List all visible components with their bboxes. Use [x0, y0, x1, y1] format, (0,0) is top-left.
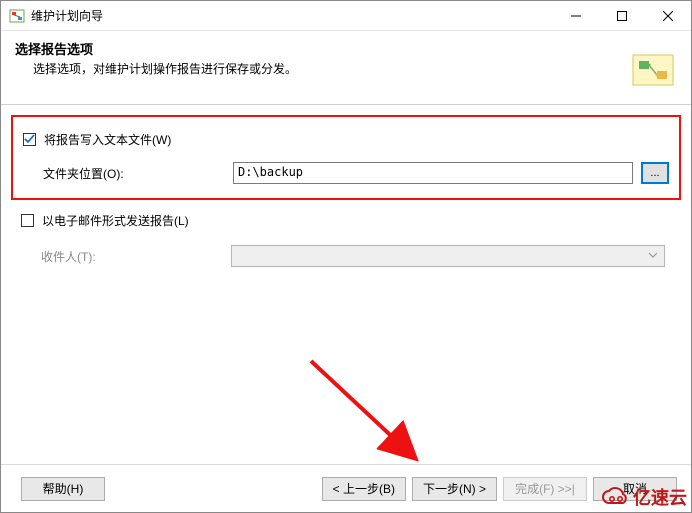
back-button[interactable]: < 上一步(B)	[322, 477, 406, 501]
help-button[interactable]: 帮助(H)	[21, 477, 105, 501]
maximize-icon	[617, 11, 627, 21]
close-button[interactable]	[645, 1, 691, 31]
write-file-label: 将报告写入文本文件(W)	[44, 131, 171, 148]
highlighted-section: 将报告写入文本文件(W) 文件夹位置(O): D:\backup ...	[11, 115, 681, 200]
email-checkbox-label: 以电子邮件形式发送报告(L)	[42, 212, 189, 229]
recipient-row: 收件人(T):	[11, 245, 681, 267]
minimize-button[interactable]	[553, 1, 599, 31]
folder-location-input[interactable]: D:\backup	[233, 162, 633, 184]
email-checkbox[interactable]	[21, 214, 34, 227]
app-icon	[9, 8, 25, 24]
chevron-down-icon	[648, 249, 658, 263]
wizard-icon	[631, 49, 677, 91]
finish-button: 完成(F) >>|	[503, 477, 587, 501]
minimize-icon	[571, 11, 581, 21]
folder-location-label: 文件夹位置(O):	[43, 165, 233, 182]
watermark-icon	[601, 485, 631, 509]
recipient-dropdown	[231, 245, 665, 267]
browse-button[interactable]: ...	[641, 162, 669, 184]
check-icon	[24, 134, 35, 145]
write-file-checkbox[interactable]	[23, 133, 36, 146]
page-subtitle: 选择选项，对维护计划操作报告进行保存或分发。	[33, 60, 677, 77]
titlebar: 维护计划向导	[1, 1, 691, 31]
wizard-header: 选择报告选项 选择选项，对维护计划操作报告进行保存或分发。	[1, 31, 691, 105]
footer: 帮助(H) < 上一步(B) 下一步(N) > 完成(F) >>| 取消	[1, 464, 691, 512]
next-button[interactable]: 下一步(N) >	[412, 477, 497, 501]
email-checkbox-row: 以电子邮件形式发送报告(L)	[11, 212, 681, 229]
content-area: 将报告写入文本文件(W) 文件夹位置(O): D:\backup ... 以电子…	[1, 105, 691, 277]
maximize-button[interactable]	[599, 1, 645, 31]
watermark: 亿速云	[601, 484, 687, 510]
watermark-text: 亿速云	[633, 484, 687, 510]
recipient-label: 收件人(T):	[41, 248, 231, 265]
write-file-checkbox-row: 将报告写入文本文件(W)	[23, 131, 669, 148]
annotation-arrow	[301, 351, 481, 481]
close-icon	[663, 11, 673, 21]
window-title: 维护计划向导	[31, 7, 103, 24]
folder-location-row: 文件夹位置(O): D:\backup ...	[43, 162, 669, 184]
page-title: 选择报告选项	[15, 39, 677, 58]
